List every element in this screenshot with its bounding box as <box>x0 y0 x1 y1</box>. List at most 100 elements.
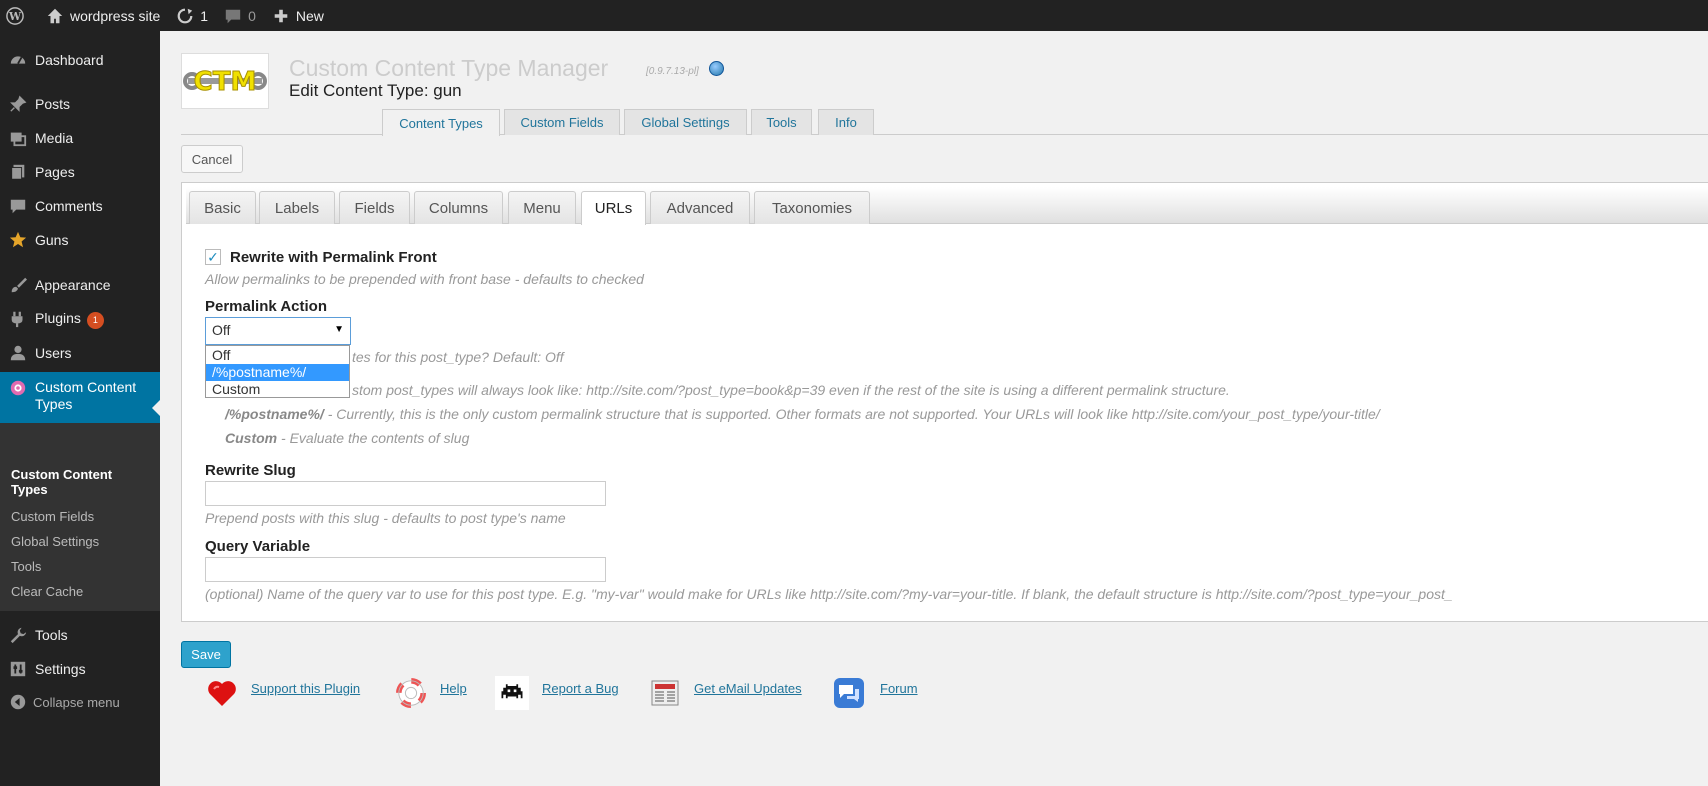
sidebar-item-comments[interactable]: Comments <box>0 191 160 221</box>
support-plugin-link[interactable]: Support this Plugin <box>251 681 360 696</box>
submenu-item-custom-content-types[interactable]: Custom Content Types <box>11 467 112 497</box>
site-name-label: wordpress site <box>70 7 161 24</box>
comments-link[interactable]: 0 <box>216 0 264 31</box>
report-bug-link[interactable]: Report a Bug <box>542 681 619 696</box>
sidebar-item-media[interactable]: Media <box>0 123 160 153</box>
dropdown-option-off[interactable]: Off <box>206 347 349 364</box>
sidebar-item-label: Pages <box>35 164 75 180</box>
rewrite-front-checkbox[interactable]: ✓ <box>205 249 221 265</box>
wordpress-logo-button[interactable]: W <box>0 0 38 31</box>
updates-link[interactable]: 1 <box>168 0 216 31</box>
settings-icon <box>9 660 27 678</box>
query-variable-input[interactable] <box>205 557 606 582</box>
rewrite-front-label: Rewrite with Permalink Front <box>230 249 437 266</box>
dropdown-option-custom[interactable]: Custom <box>206 381 349 398</box>
custom-term: Custom <box>225 430 278 446</box>
sidebar-item-label: Users <box>35 345 72 361</box>
comments-count: 0 <box>248 7 256 24</box>
lifebuoy-icon <box>394 676 428 710</box>
home-icon <box>47 8 63 23</box>
permalink-action-dropdown: Off /%postname%/ Custom <box>205 345 350 398</box>
svg-text:W: W <box>8 10 22 23</box>
tab-global-settings[interactable]: Global Settings <box>624 109 747 135</box>
forum-icon <box>832 676 866 710</box>
pin-icon <box>9 95 27 113</box>
plus-icon <box>274 9 288 22</box>
submenu-item-custom-fields[interactable]: Custom Fields <box>11 509 94 524</box>
tab-taxonomies[interactable]: Taxonomies <box>754 191 870 224</box>
rewrite-slug-description: Prepend posts with this slug - defaults … <box>205 510 566 526</box>
site-name-link[interactable]: wordpress site <box>38 0 168 31</box>
page-subtitle: Edit Content Type: gun <box>289 81 462 100</box>
sidebar-item-label: Collapse menu <box>33 694 120 710</box>
sidebar-item-label: Dashboard <box>35 52 104 68</box>
sidebar-item-label: Settings <box>35 661 86 677</box>
page-title: Custom Content Type Manager <box>289 55 609 81</box>
chevron-down-icon: ▼ <box>334 324 344 335</box>
cancel-button[interactable]: Cancel <box>181 145 243 173</box>
tab-columns[interactable]: Columns <box>414 191 503 224</box>
sidebar-item-label: Comments <box>35 198 103 214</box>
off-option-description: stom post_types will always look like: h… <box>352 382 1230 398</box>
permalink-action-select[interactable]: Off ▼ <box>205 317 351 345</box>
permalink-action-label: Permalink Action <box>205 298 327 315</box>
sidebar-item-custom-content-types[interactable]: Custom Content Types <box>0 372 160 423</box>
newspaper-icon <box>648 676 682 710</box>
star-icon <box>9 231 27 249</box>
cctm-logo: CTM <box>181 53 269 109</box>
tab-urls[interactable]: URLs <box>581 191 646 225</box>
sidebar-item-settings[interactable]: Settings <box>0 654 160 684</box>
rewrite-slug-label: Rewrite Slug <box>205 462 296 479</box>
sidebar-item-pages[interactable]: Pages <box>0 157 160 187</box>
submenu-item-global-settings[interactable]: Global Settings <box>11 534 99 549</box>
tab-basic[interactable]: Basic <box>189 191 256 224</box>
updates-count: 1 <box>200 7 209 24</box>
collapse-menu-button[interactable]: Collapse menu <box>0 687 160 717</box>
sidebar-item-dashboard[interactable]: Dashboard <box>0 45 160 75</box>
rewrite-slug-input[interactable] <box>205 481 606 506</box>
sidebar-item-tools[interactable]: Tools <box>0 620 160 650</box>
permalink-action-description: tes for this post_type? Default: Off <box>352 349 564 365</box>
submenu-item-clear-cache[interactable]: Clear Cache <box>11 584 83 599</box>
admin-bar: W wordpress site 1 0 New <box>0 0 1708 31</box>
submenu-item-tools[interactable]: Tools <box>11 559 41 574</box>
help-info-icon[interactable] <box>709 61 724 76</box>
help-link[interactable]: Help <box>440 681 467 696</box>
tab-menu[interactable]: Menu <box>508 191 576 224</box>
query-variable-label: Query Variable <box>205 538 311 555</box>
dashboard-icon <box>9 51 27 69</box>
wordpress-icon: W <box>6 6 24 25</box>
tab-content-types[interactable]: Content Types <box>382 109 500 136</box>
comment-bubble-icon <box>225 9 241 23</box>
media-icon <box>9 129 27 147</box>
tab-custom-fields[interactable]: Custom Fields <box>504 109 620 135</box>
tab-advanced[interactable]: Advanced <box>650 191 750 224</box>
email-updates-link[interactable]: Get eMail Updates <box>694 681 802 696</box>
plugin-icon <box>9 310 27 328</box>
query-variable-description: (optional) Name of the query var to use … <box>205 586 1453 602</box>
heart-icon <box>205 676 239 710</box>
dropdown-option-postname[interactable]: /%postname%/ <box>206 364 349 381</box>
save-button[interactable]: Save <box>181 641 231 668</box>
sidebar-item-label: Appearance <box>35 277 111 293</box>
sidebar-item-posts[interactable]: Posts <box>0 89 160 119</box>
collapse-icon <box>9 693 27 711</box>
new-content-link[interactable]: New <box>264 0 332 31</box>
tab-fields[interactable]: Fields <box>339 191 410 224</box>
comments-icon <box>9 197 27 215</box>
tab-tools[interactable]: Tools <box>751 109 812 135</box>
users-icon <box>9 344 27 362</box>
edit-content-type-panel <box>181 182 1708 622</box>
sidebar-item-plugins[interactable]: Plugins 1 <box>0 304 160 334</box>
sidebar-item-label: Custom Content Types <box>35 379 137 412</box>
sidebar-item-appearance[interactable]: Appearance <box>0 270 160 300</box>
sidebar-item-users[interactable]: Users <box>0 338 160 368</box>
sidebar-item-label: Tools <box>35 627 68 643</box>
custom-option-description: Custom - Evaluate the contents of slug <box>225 430 470 446</box>
forum-link[interactable]: Forum <box>880 681 918 696</box>
postname-option-description: /%postname%/ - Currently, this is the on… <box>225 406 1380 422</box>
sidebar-item-guns[interactable]: Guns <box>0 225 160 255</box>
tab-info[interactable]: Info <box>818 109 874 135</box>
tab-labels[interactable]: Labels <box>259 191 335 224</box>
sidebar-item-label: Guns <box>35 232 69 248</box>
